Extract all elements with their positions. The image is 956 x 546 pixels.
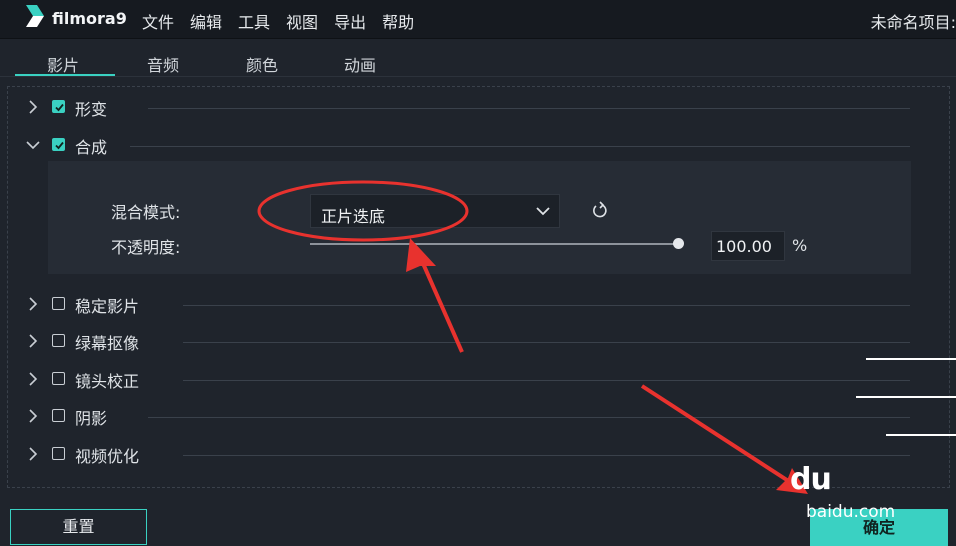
section-label: 镜头校正 (75, 372, 140, 391)
menu-help[interactable]: 帮助 (382, 9, 414, 33)
chevron-down-icon (536, 207, 550, 216)
composite-checkbox[interactable] (52, 138, 65, 151)
section-transform[interactable]: 形变 (8, 96, 948, 120)
blend-mode-select[interactable]: 正片迭底 (310, 194, 560, 228)
project-title: 未命名项目: (870, 13, 956, 32)
watermark-stripe (866, 358, 956, 360)
section-label: 稳定影片 (75, 297, 140, 316)
section-label: 合成 (75, 138, 108, 157)
opacity-value: 100.00 (716, 237, 772, 256)
opacity-slider[interactable] (310, 243, 678, 245)
menu-bar: filmora9 文件 编辑 工具 视图 导出 帮助 未命名项目: (0, 0, 956, 39)
tab-audio[interactable]: 音频 (147, 52, 179, 76)
section-label: 形变 (75, 100, 108, 119)
chevron-right-icon[interactable] (26, 100, 40, 114)
opacity-unit: % (792, 236, 808, 255)
section-label: 绿幕抠像 (75, 334, 140, 353)
section-shadow[interactable]: 阴影 (8, 405, 948, 429)
section-divider (130, 146, 910, 147)
section-chroma-key[interactable]: 绿幕抠像 (8, 330, 948, 354)
menu-file[interactable]: 文件 (142, 9, 174, 33)
section-divider (183, 305, 910, 306)
opacity-input[interactable]: 100.00 (711, 231, 785, 261)
tab-color[interactable]: 颜色 (246, 52, 278, 76)
watermark-site: baidu.com (806, 502, 896, 522)
section-label: 视频优化 (75, 447, 140, 466)
watermark-stripe (856, 396, 956, 398)
filmora-logo-icon (26, 5, 44, 27)
transform-checkbox[interactable] (52, 100, 65, 113)
opacity-label: 不透明度: (111, 238, 181, 257)
composite-settings: 混合模式: 正片迭底 不透明度: 100.00 % (48, 161, 911, 274)
tab-video[interactable]: 影片 (47, 52, 79, 76)
watermark-paw: du (790, 462, 832, 497)
chevron-right-icon[interactable] (26, 447, 40, 461)
section-divider (183, 342, 910, 343)
baidu-watermark: du baidu.com (790, 462, 956, 524)
menu-export[interactable]: 导出 (334, 9, 366, 33)
section-stabilization[interactable]: 稳定影片 (8, 293, 948, 317)
video-enhance-checkbox[interactable] (52, 447, 65, 460)
active-tab-indicator (15, 74, 115, 76)
main-menu: 文件 编辑 工具 视图 导出 帮助 (142, 9, 414, 33)
section-divider (148, 108, 910, 109)
opacity-slider-handle[interactable] (673, 238, 684, 249)
stabilization-checkbox[interactable] (52, 297, 65, 310)
lens-correction-checkbox[interactable] (52, 372, 65, 385)
property-tabs: 影片 音频 颜色 动画 (0, 40, 956, 78)
menu-tools[interactable]: 工具 (238, 9, 270, 33)
video-properties-panel: 形变 合成 混合模式: 正片迭底 不透明度: 100.00 % 稳定影片 绿幕抠… (7, 86, 950, 488)
reset-button[interactable]: 重置 (10, 509, 147, 545)
section-label: 阴影 (75, 409, 108, 428)
shadow-checkbox[interactable] (52, 409, 65, 422)
chevron-right-icon[interactable] (26, 372, 40, 386)
chevron-right-icon[interactable] (26, 334, 40, 348)
app-brand: filmora9 (52, 9, 127, 28)
chevron-right-icon[interactable] (26, 409, 40, 423)
watermark-stripe (886, 434, 956, 436)
chevron-down-icon[interactable] (26, 138, 40, 152)
tab-animation[interactable]: 动画 (344, 52, 376, 76)
chroma-key-checkbox[interactable] (52, 334, 65, 347)
chevron-right-icon[interactable] (26, 297, 40, 311)
blend-mode-label: 混合模式: (111, 203, 181, 222)
menu-view[interactable]: 视图 (286, 9, 318, 33)
reset-icon[interactable] (592, 201, 608, 219)
blend-mode-value: 正片迭底 (321, 207, 386, 226)
section-divider (183, 380, 910, 381)
tabs-divider (0, 76, 956, 77)
section-composite[interactable]: 合成 (8, 134, 948, 158)
menu-edit[interactable]: 编辑 (190, 9, 222, 33)
section-lens-correction[interactable]: 镜头校正 (8, 368, 948, 392)
section-divider (148, 417, 910, 418)
section-divider (183, 455, 910, 456)
